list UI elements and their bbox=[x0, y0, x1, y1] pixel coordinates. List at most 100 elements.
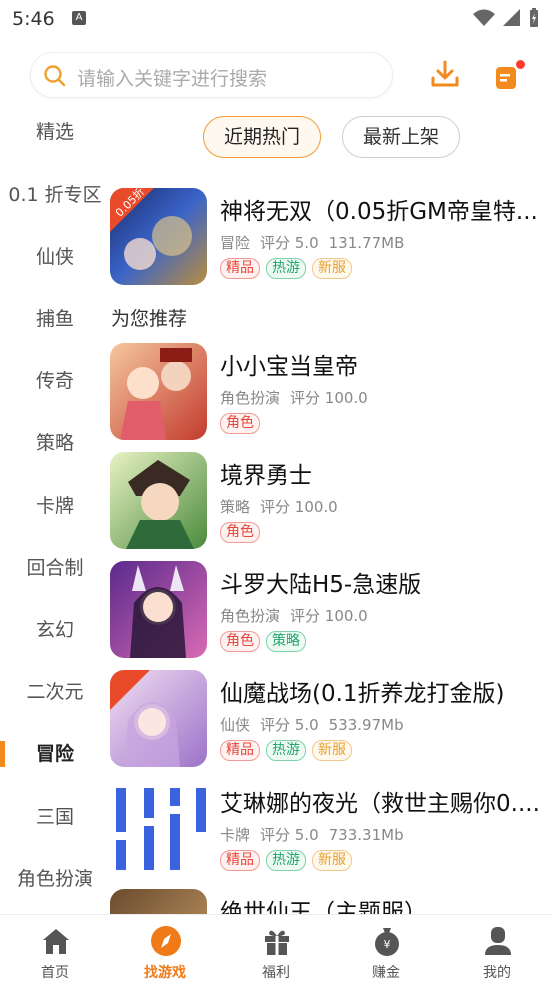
compass-icon bbox=[151, 926, 181, 956]
game-rating: 评分 5.0 bbox=[260, 234, 319, 252]
bottom-navigation: 首页 找游戏 福利 ¥ 赚金 我的 bbox=[0, 914, 553, 984]
tag-role: 角色 bbox=[220, 631, 260, 652]
game-item[interactable]: 仙魔战场(0.1折养龙打金版) 仙侠 评分 5.0 533.97Mb 精品 热游 新… bbox=[110, 670, 553, 770]
nav-earn[interactable]: ¥ 赚金 bbox=[331, 915, 441, 984]
game-thumbnail bbox=[110, 889, 207, 914]
tag-hot: 热游 bbox=[266, 258, 306, 279]
user-icon bbox=[485, 927, 511, 955]
unread-dot bbox=[516, 60, 525, 69]
tag-new-server: 新服 bbox=[312, 850, 352, 871]
game-rating: 评分 100.0 bbox=[260, 498, 338, 516]
game-genre: 策略 bbox=[220, 498, 251, 516]
tab-new-releases[interactable]: 最新上架 bbox=[342, 116, 460, 158]
game-title: 斗罗大陆H5-急速版 bbox=[220, 572, 422, 598]
game-tags: 精品 热游 新服 bbox=[220, 850, 352, 871]
game-size: 533.97Mb bbox=[328, 716, 404, 734]
sidebar-item-discount[interactable]: 0.1 折专区 bbox=[0, 175, 110, 215]
game-title: 绝世仙王（主题服） bbox=[220, 900, 427, 914]
download-icon[interactable] bbox=[430, 60, 460, 88]
search-input[interactable]: 请输入关键字进行搜索 bbox=[77, 64, 267, 91]
game-item[interactable]: 小小宝当皇帝 角色扮演 评分 100.0 角色 bbox=[110, 343, 553, 443]
game-meta: 角色扮演 评分 100.0 bbox=[220, 387, 378, 408]
game-size: 131.77MB bbox=[328, 234, 405, 252]
tab-recent-hot[interactable]: 近期热门 bbox=[203, 116, 321, 158]
tag-premium: 精品 bbox=[220, 740, 260, 761]
money-bag-icon: ¥ bbox=[375, 928, 399, 956]
sidebar-item-fishing[interactable]: 捕鱼 bbox=[0, 299, 110, 339]
nav-find-games[interactable]: 找游戏 bbox=[110, 915, 220, 984]
tag-hot: 热游 bbox=[266, 850, 306, 871]
game-size: 733.31Mb bbox=[328, 826, 404, 844]
nav-label: 找游戏 bbox=[144, 965, 186, 981]
game-rating: 评分 100.0 bbox=[290, 607, 368, 625]
nav-profile[interactable]: 我的 bbox=[442, 915, 552, 984]
sidebar-item-featured[interactable]: 精选 bbox=[0, 112, 110, 152]
svg-text:¥: ¥ bbox=[384, 938, 391, 951]
sidebar-item-fantasy[interactable]: 玄幻 bbox=[0, 610, 110, 650]
nav-label: 福利 bbox=[262, 965, 290, 981]
tag-role: 角色 bbox=[220, 522, 260, 543]
game-rating: 评分 5.0 bbox=[260, 716, 319, 734]
game-title: 神将无双（0.05折GM帝皇特... bbox=[220, 199, 538, 225]
sidebar-item-three-kingdoms[interactable]: 三国 bbox=[0, 797, 110, 837]
gift-icon bbox=[265, 930, 289, 955]
game-meta: 角色扮演 评分 100.0 bbox=[220, 605, 378, 626]
game-genre: 卡牌 bbox=[220, 826, 251, 844]
game-tags: 角色 策略 bbox=[220, 631, 306, 652]
game-tags: 精品 热游 新服 bbox=[220, 258, 352, 279]
game-thumbnail bbox=[110, 452, 207, 549]
search-icon bbox=[44, 65, 66, 87]
tag-strategy: 策略 bbox=[266, 631, 306, 652]
game-tags: 精品 热游 新服 bbox=[220, 740, 352, 761]
game-rating: 评分 100.0 bbox=[290, 389, 368, 407]
game-item[interactable]: 境界勇士 策略 评分 100.0 角色 bbox=[110, 452, 553, 552]
game-genre: 冒险 bbox=[220, 234, 251, 252]
tag-role: 角色 bbox=[220, 413, 260, 434]
tag-hot: 热游 bbox=[266, 740, 306, 761]
game-meta: 冒险 评分 5.0 131.77MB bbox=[220, 232, 414, 253]
game-tags: 角色 bbox=[220, 522, 260, 543]
game-title: 境界勇士 bbox=[220, 463, 312, 489]
game-item[interactable]: 0.05折 神将无双（0.05折GM帝皇特... 冒险 评分 5.0 131.77M… bbox=[110, 185, 553, 288]
tag-new-server: 新服 bbox=[312, 258, 352, 279]
game-item[interactable]: 艾琳娜的夜光（救世主赐你0.... 卡牌 评分 5.0 733.31Mb 精品 热游… bbox=[110, 780, 553, 880]
game-title: 小小宝当皇帝 bbox=[220, 354, 358, 380]
sidebar-item-card[interactable]: 卡牌 bbox=[0, 486, 110, 526]
nav-benefits[interactable]: 福利 bbox=[221, 915, 331, 984]
game-genre: 角色扮演 bbox=[220, 607, 281, 625]
game-thumbnail bbox=[110, 780, 207, 877]
sidebar-item-legend[interactable]: 传奇 bbox=[0, 361, 110, 401]
game-title: 仙魔战场(0.1折养龙打金版) bbox=[220, 681, 505, 707]
game-thumbnail bbox=[110, 343, 207, 440]
search-bar[interactable]: 请输入关键字进行搜索 bbox=[30, 52, 393, 98]
sidebar-item-anime[interactable]: 二次元 bbox=[0, 672, 110, 712]
game-thumbnail bbox=[110, 670, 207, 767]
status-icons bbox=[473, 8, 539, 28]
battery-icon bbox=[530, 8, 538, 27]
game-rating: 评分 5.0 bbox=[260, 826, 319, 844]
game-genre: 角色扮演 bbox=[220, 389, 281, 407]
nav-label: 首页 bbox=[41, 965, 69, 981]
game-item[interactable]: 绝世仙王（主题服） bbox=[110, 889, 553, 914]
game-title: 艾琳娜的夜光（救世主赐你0.... bbox=[220, 791, 540, 817]
nav-home[interactable]: 首页 bbox=[0, 915, 110, 984]
sidebar-item-turn-based[interactable]: 回合制 bbox=[0, 548, 110, 588]
notification-icon: A bbox=[72, 11, 86, 25]
game-meta: 仙侠 评分 5.0 533.97Mb bbox=[220, 714, 414, 735]
game-meta: 卡牌 评分 5.0 733.31Mb bbox=[220, 824, 414, 845]
home-icon bbox=[43, 929, 69, 954]
sidebar-item-rpg[interactable]: 角色扮演 bbox=[0, 859, 110, 899]
section-title-recommend: 为您推荐 bbox=[111, 308, 188, 330]
game-genre: 仙侠 bbox=[220, 716, 251, 734]
signal-icon bbox=[503, 9, 520, 26]
sidebar-item-strategy[interactable]: 策略 bbox=[0, 423, 110, 463]
game-tags: 角色 bbox=[220, 413, 260, 434]
nav-label: 赚金 bbox=[372, 965, 400, 981]
status-time: 5:46 bbox=[12, 8, 55, 30]
sidebar-item-xianxia[interactable]: 仙侠 bbox=[0, 237, 110, 277]
game-item[interactable]: 斗罗大陆H5-急速版 角色扮演 评分 100.0 角色 策略 bbox=[110, 561, 553, 661]
tag-premium: 精品 bbox=[220, 850, 260, 871]
sidebar-item-adventure[interactable]: 冒险 bbox=[0, 734, 110, 774]
game-meta: 策略 评分 100.0 bbox=[220, 496, 348, 517]
nav-label: 我的 bbox=[483, 965, 511, 981]
